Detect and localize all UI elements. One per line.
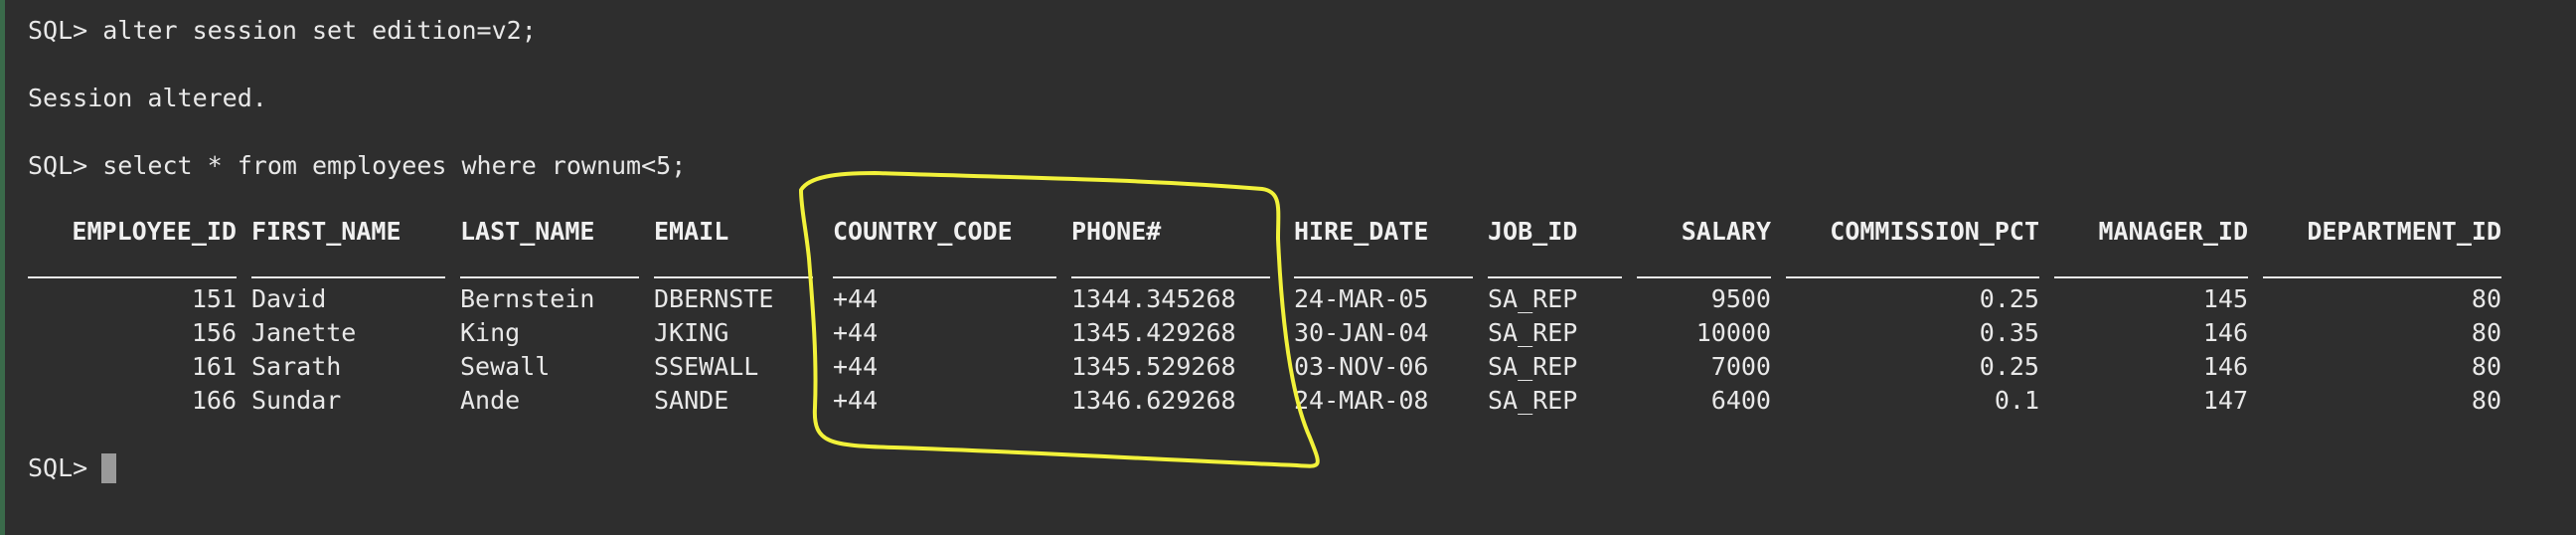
command-line-select: SQL> select * from employees where rownu… — [28, 151, 687, 180]
command-prompt[interactable]: SQL> — [28, 451, 102, 485]
cell-first-name: David — [251, 284, 327, 313]
cell-employee-id: 156 — [191, 318, 237, 347]
text-cursor — [101, 453, 116, 483]
cell-first-name: Janette — [251, 318, 357, 347]
cell-last-name: Bernstein — [460, 284, 595, 313]
cell-department-id: 80 — [2471, 386, 2501, 415]
cell-country-code: +44 — [833, 284, 879, 313]
cell-email: SSEWALL — [654, 352, 759, 381]
cell-first-name: Sundar — [251, 386, 342, 415]
column-underline — [460, 276, 639, 278]
cell-manager-id: 146 — [2202, 352, 2248, 381]
cell-first-name: Sarath — [251, 352, 342, 381]
column-underline — [1294, 276, 1473, 278]
cell-last-name: Sewall — [460, 352, 551, 381]
cell-salary: 9500 — [1710, 284, 1771, 313]
cell-job-id: SA_REP — [1488, 284, 1578, 313]
cell-job-id: SA_REP — [1488, 352, 1578, 381]
column-underline — [1071, 276, 1270, 278]
cell-department-id: 80 — [2471, 284, 2501, 313]
cell-email: SANDE — [654, 386, 729, 415]
cell-employee-id: 151 — [191, 284, 237, 313]
column-header-first-name: FIRST_NAME — [251, 217, 402, 246]
cell-phone: 1344.345268 — [1071, 284, 1236, 313]
column-underline — [2263, 276, 2501, 278]
cell-email: JKING — [654, 318, 729, 347]
cell-manager-id: 147 — [2202, 386, 2248, 415]
cell-hire-date: 24-MAR-05 — [1294, 284, 1429, 313]
column-underline — [2054, 276, 2248, 278]
cell-department-id: 80 — [2471, 352, 2501, 381]
cell-hire-date: 03-NOV-06 — [1294, 352, 1429, 381]
cell-phone: 1345.529268 — [1071, 352, 1236, 381]
column-header-manager-id: MANAGER_ID — [2098, 217, 2248, 246]
cell-commission-pct: 0.25 — [1979, 284, 2039, 313]
cell-phone: 1345.429268 — [1071, 318, 1236, 347]
column-header-last-name: LAST_NAME — [460, 217, 595, 246]
cell-manager-id: 145 — [2202, 284, 2248, 313]
cell-last-name: King — [460, 318, 521, 347]
cell-commission-pct: 0.25 — [1979, 352, 2039, 381]
cell-country-code: +44 — [833, 352, 879, 381]
terminal-window[interactable]: SQL> alter session set edition=v2; Sessi… — [0, 0, 2576, 535]
column-header-country-code: COUNTRY_CODE — [833, 217, 1013, 246]
column-header-employee-id: EMPLOYEE_ID — [72, 217, 237, 246]
column-header-job-id: JOB_ID — [1488, 217, 1578, 246]
cell-salary: 6400 — [1710, 386, 1771, 415]
command-line-alter: SQL> alter session set edition=v2; — [28, 16, 537, 45]
cell-job-id: SA_REP — [1488, 318, 1578, 347]
column-header-department-id: DEPARTMENT_ID — [2307, 217, 2501, 246]
cell-employee-id: 161 — [191, 352, 237, 381]
cell-job-id: SA_REP — [1488, 386, 1578, 415]
column-underline — [251, 276, 445, 278]
column-underline — [654, 276, 813, 278]
cell-hire-date: 24-MAR-08 — [1294, 386, 1429, 415]
column-header-email: EMAIL — [654, 217, 729, 246]
column-underline — [1637, 276, 1771, 278]
cell-country-code: +44 — [833, 386, 879, 415]
cell-last-name: Ande — [460, 386, 521, 415]
cell-hire-date: 30-JAN-04 — [1294, 318, 1429, 347]
cell-country-code: +44 — [833, 318, 879, 347]
column-header-hire-date: HIRE_DATE — [1294, 217, 1429, 246]
cell-salary: 10000 — [1695, 318, 1771, 347]
cell-manager-id: 146 — [2202, 318, 2248, 347]
cell-department-id: 80 — [2471, 318, 2501, 347]
cell-commission-pct: 0.1 — [1994, 386, 2039, 415]
cell-commission-pct: 0.35 — [1979, 318, 2039, 347]
column-header-commission-pct: COMMISSION_PCT — [1830, 217, 2039, 246]
column-underline — [1786, 276, 2039, 278]
cell-email: DBERNSTE — [654, 284, 774, 313]
cell-employee-id: 166 — [191, 386, 237, 415]
column-underline — [28, 276, 237, 278]
column-header-salary: SALARY — [1681, 217, 1771, 246]
column-header-phone: PHONE# — [1071, 217, 1162, 246]
status-message: Session altered. — [28, 84, 267, 112]
column-underline — [1488, 276, 1622, 278]
column-underline — [833, 276, 1056, 278]
cell-salary: 7000 — [1710, 352, 1771, 381]
cell-phone: 1346.629268 — [1071, 386, 1236, 415]
